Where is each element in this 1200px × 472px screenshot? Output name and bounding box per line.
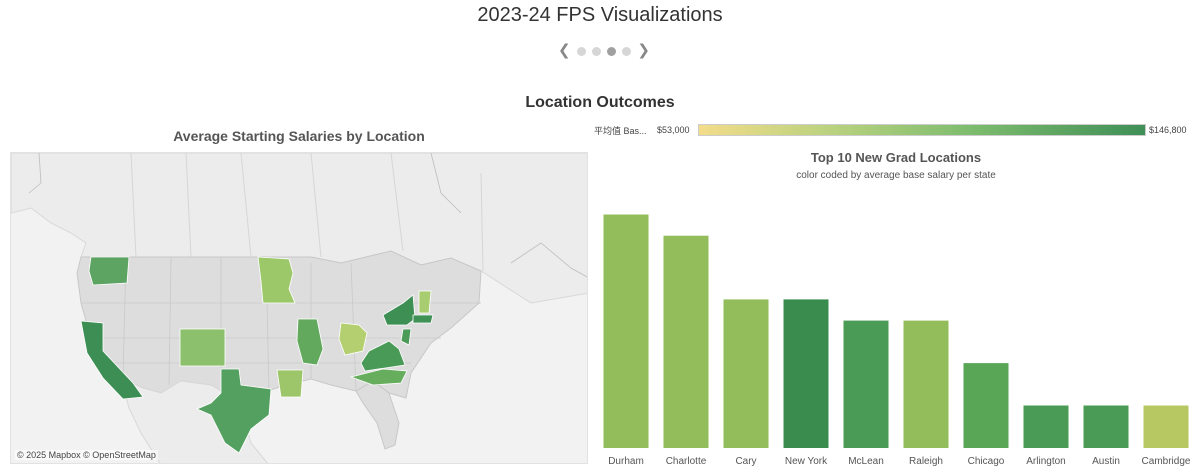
legend-gradient (698, 124, 1146, 136)
carousel-dot[interactable] (592, 46, 601, 56)
map-canvas (11, 153, 587, 463)
legend-label: 平均值 Bas... (594, 126, 647, 136)
x-tick-label: Charlotte (666, 456, 707, 467)
chart-title: Top 10 New Grad Locations (810, 150, 982, 165)
carousel-dot[interactable] (622, 46, 631, 56)
x-tick-label: New York (785, 456, 828, 467)
x-tick-label: Cary (735, 456, 756, 467)
state-washington[interactable] (88, 256, 130, 286)
state-arkansas[interactable] (276, 369, 304, 398)
state-minnesota[interactable] (257, 256, 296, 304)
page-title: 2023-24 FPS Visualizations (477, 4, 723, 26)
chevron-left-icon[interactable]: ❮ (558, 42, 571, 60)
x-tick-label: Arlington (1026, 456, 1065, 467)
bar-mclean[interactable] (843, 320, 889, 448)
state-colorado[interactable] (179, 328, 226, 367)
bar-charlotte[interactable] (663, 235, 709, 448)
bar-chart-svg: Durham Charlotte Cary New York McLean Raleigh… (603, 214, 1191, 467)
us-map[interactable]: © 2025 Mapbox © OpenStreetMap (10, 152, 588, 464)
carousel-dot[interactable] (607, 46, 616, 56)
bar-cary[interactable] (723, 299, 769, 448)
x-tick-label: Cambridge (1142, 456, 1191, 467)
bar-new-york[interactable] (783, 299, 829, 448)
bar-austin[interactable] (1083, 405, 1129, 449)
bar-durham[interactable] (603, 214, 649, 449)
map-attribution: © 2025 Mapbox © OpenStreetMap (15, 450, 158, 460)
section-title: Location Outcomes (525, 94, 675, 111)
x-tick-label: Austin (1092, 456, 1120, 467)
chart-subtitle: color coded by average base salary per s… (796, 170, 996, 181)
legend-max: $146,800 (1149, 125, 1187, 135)
x-tick-label: Raleigh (909, 456, 943, 467)
color-legend: 平均值 Bas... $53,000 $146,800 (560, 123, 1200, 137)
bar-chicago[interactable] (963, 363, 1009, 448)
carousel-dot[interactable] (577, 46, 586, 56)
bar-cambridge[interactable] (1143, 405, 1189, 449)
bar-chart: Durham Charlotte Cary New York McLean Raleigh… (596, 186, 1196, 467)
legend-min: $53,000 (657, 125, 690, 135)
bar-arlington[interactable] (1023, 405, 1069, 449)
map-title: Average Starting Salaries by Location (173, 128, 425, 144)
carousel-nav: ❮ ❯ (558, 42, 650, 60)
state-massachusetts[interactable] (412, 314, 434, 324)
chevron-right-icon[interactable]: ❯ (637, 42, 650, 60)
state-vermont-nh[interactable] (418, 290, 432, 314)
carousel-dots (577, 46, 631, 56)
x-tick-label: Chicago (968, 456, 1005, 467)
bar-raleigh[interactable] (903, 320, 949, 448)
x-tick-label: McLean (848, 456, 884, 467)
x-tick-label: Durham (608, 456, 644, 467)
